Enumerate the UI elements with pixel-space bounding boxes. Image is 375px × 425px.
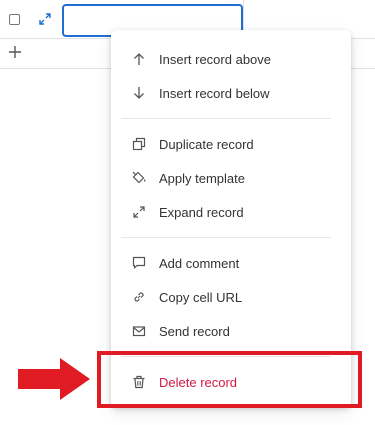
expand-row-icon[interactable]	[36, 10, 54, 28]
menu-separator	[121, 118, 331, 119]
menu-item-label: Copy cell URL	[159, 290, 243, 305]
menu-item-expand-record[interactable]: Expand record	[111, 197, 351, 227]
expand-icon	[131, 204, 147, 220]
menu-item-label: Expand record	[159, 205, 244, 220]
menu-item-duplicate-record[interactable]: Duplicate record	[111, 129, 351, 159]
comment-icon	[131, 255, 147, 271]
paint-bucket-icon	[131, 170, 147, 186]
menu-item-label: Insert record below	[159, 86, 270, 101]
menu-item-label: Send record	[159, 324, 230, 339]
menu-item-apply-template[interactable]: Apply template	[111, 163, 351, 193]
annotation-arrow-icon	[18, 358, 90, 400]
menu-item-insert-below[interactable]: Insert record below	[111, 78, 351, 108]
menu-item-label: Duplicate record	[159, 137, 254, 152]
annotation-highlight-box	[97, 351, 362, 408]
menu-item-label: Add comment	[159, 256, 240, 271]
menu-item-add-comment[interactable]: Add comment	[111, 248, 351, 278]
duplicate-icon	[131, 136, 147, 152]
menu-separator	[121, 237, 331, 238]
link-icon	[131, 289, 147, 305]
menu-item-insert-above[interactable]: Insert record above	[111, 44, 351, 74]
arrow-up-icon	[131, 51, 147, 67]
row-checkbox[interactable]	[9, 14, 20, 25]
menu-item-label: Insert record above	[159, 52, 272, 67]
menu-item-send-record[interactable]: Send record	[111, 316, 351, 346]
arrow-down-icon	[131, 85, 147, 101]
envelope-icon	[131, 323, 147, 339]
add-record-plus-icon[interactable]	[6, 43, 24, 61]
menu-item-label: Apply template	[159, 171, 245, 186]
menu-item-copy-cell-url[interactable]: Copy cell URL	[111, 282, 351, 312]
